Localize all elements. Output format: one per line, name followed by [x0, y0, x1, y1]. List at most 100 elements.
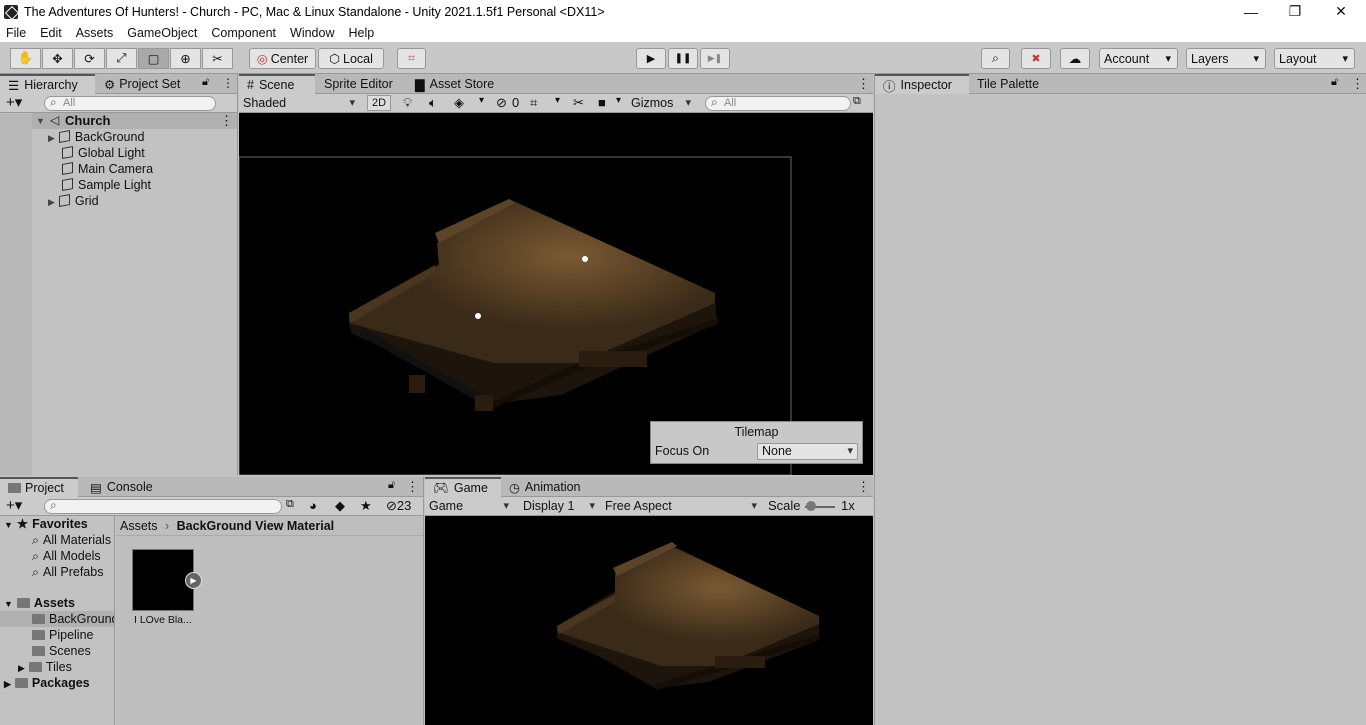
expand-arrow-icon[interactable]: ▼: [4, 520, 13, 530]
layers-dropdown[interactable]: Layers: [1186, 48, 1266, 69]
step-button[interactable]: ▶❚: [700, 48, 730, 69]
hidden-packages-icon[interactable]: ⊘23: [386, 498, 411, 514]
breadcrumb-current[interactable]: BackGround View Material: [177, 519, 334, 533]
audio-icon[interactable]: 🔈︎: [429, 95, 437, 111]
gizmos-dropdown[interactable]: Gizmos: [627, 94, 695, 112]
tab-sprite-editor[interactable]: Sprite Editor: [316, 74, 401, 94]
hierarchy-item-global-light[interactable]: Global Light: [62, 145, 145, 161]
grid-toggle-icon[interactable]: ⌗: [530, 95, 537, 111]
collab-icon[interactable]: ✖: [1021, 48, 1051, 69]
collapsed-arrow-icon[interactable]: ▶: [48, 197, 55, 207]
lighting-icon[interactable]: 💡︎: [403, 95, 412, 111]
menu-help[interactable]: Help: [348, 26, 374, 40]
camera-dropdown-icon[interactable]: ▾: [616, 95, 621, 106]
menu-component[interactable]: Component: [211, 26, 276, 40]
folder-pipeline[interactable]: Pipeline: [32, 627, 93, 643]
menu-window[interactable]: Window: [290, 26, 334, 40]
scene-search-input[interactable]: All: [705, 96, 851, 111]
more-options-icon[interactable]: ⋮: [857, 76, 870, 92]
asset-label[interactable]: I LOve Bla...: [134, 614, 192, 626]
hierarchy-item-main-camera[interactable]: Main Camera: [62, 161, 153, 177]
hierarchy-item-grid[interactable]: ▶ Grid: [48, 193, 99, 209]
camera-icon[interactable]: ■: [598, 95, 606, 110]
shading-mode-dropdown[interactable]: Shaded: [239, 94, 359, 112]
hierarchy-item-background[interactable]: ▶ BackGround: [48, 129, 144, 145]
rotate-tool-icon[interactable]: ⟳: [74, 48, 105, 69]
snap-grid-icon[interactable]: ⌗: [397, 48, 426, 69]
assets-folder[interactable]: ▼ Assets: [4, 595, 75, 611]
folder-background[interactable]: BackGround: [32, 611, 114, 627]
tab-game[interactable]: 🎮︎ Game: [425, 477, 501, 497]
tab-project[interactable]: Project: [0, 477, 78, 497]
lock-icon[interactable]: 🔓︎: [1331, 76, 1338, 89]
tab-hierarchy[interactable]: ☰ Hierarchy: [0, 74, 95, 94]
search-options-icon[interactable]: ⧉: [853, 95, 861, 108]
tools-icon[interactable]: ✂: [573, 95, 584, 111]
scene-menu-icon[interactable]: ⋮: [220, 113, 233, 129]
game-viewport[interactable]: [425, 516, 873, 725]
restore-button[interactable]: ❐: [1272, 0, 1318, 23]
project-search-input[interactable]: [44, 499, 282, 514]
account-dropdown[interactable]: Account: [1099, 48, 1178, 69]
add-icon[interactable]: +▾: [6, 497, 22, 514]
tab-scene[interactable]: # Scene: [239, 74, 315, 94]
transform-tool-icon[interactable]: ⊕: [170, 48, 201, 69]
lock-icon[interactable]: 🔓︎: [388, 479, 395, 492]
favorite-star-icon[interactable]: ★: [360, 498, 372, 514]
rect-tool-icon[interactable]: ▢: [138, 48, 169, 69]
visibility-icon[interactable]: ⊘: [496, 95, 507, 111]
move-tool-icon[interactable]: ✥: [42, 48, 73, 69]
search-options-icon[interactable]: ⧉: [286, 498, 294, 511]
expand-arrow-icon[interactable]: ▼: [4, 599, 13, 609]
more-options-icon[interactable]: ⋮: [222, 76, 234, 90]
effects-icon[interactable]: ◈: [454, 95, 464, 111]
add-icon[interactable]: +▾: [6, 94, 22, 111]
hand-tool-icon[interactable]: ✋: [10, 48, 41, 69]
collapsed-arrow-icon[interactable]: ▶: [48, 133, 55, 143]
favorites-header[interactable]: ▼ ★ Favorites: [4, 516, 88, 532]
hierarchy-search-input[interactable]: All: [44, 96, 216, 111]
hierarchy-item-sample-light[interactable]: Sample Light: [62, 177, 151, 193]
pivot-local-button[interactable]: ⬡ Local: [318, 48, 384, 69]
grid-dropdown-icon[interactable]: ▾: [555, 95, 560, 106]
scene-viewport[interactable]: Tilemap Focus On None: [239, 113, 873, 475]
effects-dropdown-icon[interactable]: ▾: [479, 95, 484, 106]
favorite-all-prefabs[interactable]: ⌕ All Prefabs: [32, 564, 103, 580]
tab-tile-palette[interactable]: Tile Palette: [969, 74, 1047, 94]
pivot-center-button[interactable]: ◎ Center: [249, 48, 316, 69]
pause-button[interactable]: ❚❚: [668, 48, 698, 69]
layout-dropdown[interactable]: Layout: [1274, 48, 1355, 69]
minimize-button[interactable]: —: [1228, 0, 1274, 23]
filter-type-icon[interactable]: ◕: [309, 498, 317, 513]
collapsed-arrow-icon[interactable]: ▶: [4, 679, 11, 689]
menu-edit[interactable]: Edit: [40, 26, 62, 40]
folder-scenes[interactable]: Scenes: [32, 643, 91, 659]
tab-animation[interactable]: ◷ Animation: [501, 477, 589, 497]
cloud-icon[interactable]: ☁: [1060, 48, 1090, 69]
menu-assets[interactable]: Assets: [76, 26, 114, 40]
breadcrumb-assets[interactable]: Assets: [120, 519, 158, 533]
tab-project-settings[interactable]: ⚙ Project Set: [96, 74, 196, 94]
menu-gameobject[interactable]: GameObject: [127, 26, 197, 40]
display-dropdown[interactable]: Display 1: [519, 497, 599, 515]
folder-tiles[interactable]: ▶ Tiles: [18, 659, 72, 675]
more-options-icon[interactable]: ⋮: [1351, 76, 1364, 92]
scale-slider-handle[interactable]: [806, 501, 816, 511]
more-options-icon[interactable]: ⋮: [857, 479, 870, 495]
scale-tool-icon[interactable]: ⤢: [106, 48, 137, 69]
menu-file[interactable]: File: [6, 26, 26, 40]
2d-toggle-button[interactable]: 2D: [367, 95, 391, 111]
aspect-dropdown[interactable]: Free Aspect: [601, 497, 761, 515]
game-mode-dropdown[interactable]: Game: [425, 497, 513, 515]
tab-inspector[interactable]: ⓘ Inspector: [875, 74, 969, 94]
tab-asset-store[interactable]: ▇ Asset Store: [407, 74, 502, 94]
search-icon[interactable]: ⌕: [981, 48, 1010, 69]
favorite-all-models[interactable]: ⌕ All Models: [32, 548, 101, 564]
lock-icon[interactable]: 🔓︎: [202, 76, 209, 89]
play-button[interactable]: ▶: [636, 48, 666, 69]
expand-arrow-icon[interactable]: ▼: [36, 116, 45, 126]
close-button[interactable]: ✕: [1318, 0, 1364, 23]
filter-label-icon[interactable]: ◆: [335, 498, 345, 514]
scene-row[interactable]: ▼ ◁ Church ⋮: [32, 113, 237, 129]
tab-console[interactable]: ▤ Console: [82, 477, 161, 497]
